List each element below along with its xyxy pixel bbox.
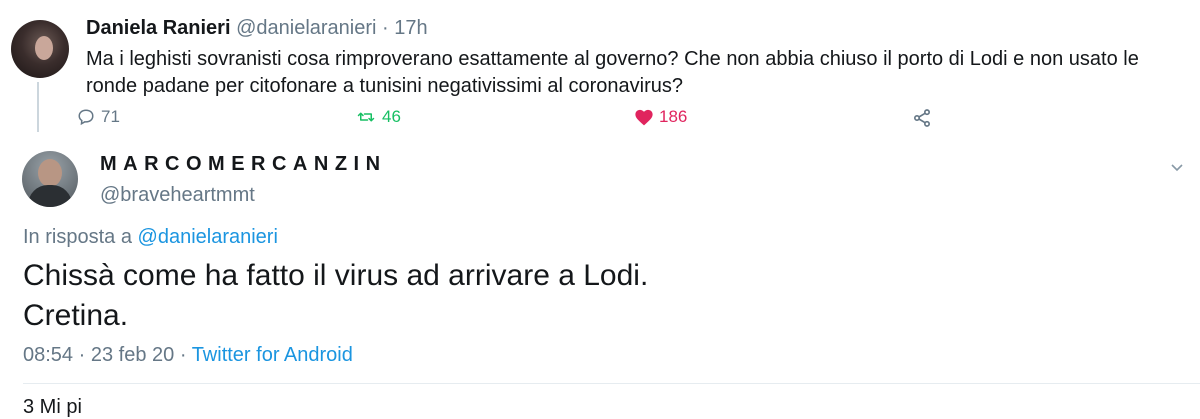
retweet-icon — [357, 112, 375, 122]
share-button[interactable] — [912, 108, 932, 133]
retweet-count: 46 — [382, 107, 401, 126]
thread-line — [37, 82, 39, 132]
like-count: 186 — [659, 107, 688, 126]
tweet-text: Ma i leghisti sovranisti cosa rimprovera… — [86, 48, 1139, 97]
chevron-down-icon — [1171, 164, 1183, 172]
tweet-header: Daniela Ranieri @danielaranieri · 17h — [86, 17, 428, 40]
divider — [23, 383, 1200, 384]
tweet-text-line: Chissà come ha fatto il virus ad arrivar… — [23, 259, 649, 292]
reply-count: 71 — [101, 107, 120, 126]
tweet-text: Chissà come ha fatto il virus ad arrivar… — [23, 256, 1173, 336]
tweet-time: 08:54 — [23, 344, 74, 366]
reply-to-link[interactable]: @danielaranieri — [138, 226, 278, 248]
heart-icon — [635, 109, 653, 125]
reply-icon — [78, 109, 94, 126]
share-icon — [914, 109, 930, 127]
author-name[interactable]: Daniela Ranieri — [86, 17, 231, 39]
tweet-source-link[interactable]: Twitter for Android — [192, 344, 353, 366]
tweet-meta: 08:54 · 23 feb 20 · Twitter for Android — [23, 344, 353, 367]
author-name[interactable]: MARCOMERCANZIN — [100, 153, 387, 176]
separator: · — [376, 17, 395, 39]
avatar[interactable] — [11, 20, 69, 78]
avatar[interactable] — [22, 151, 78, 207]
reply-context: In risposta a @danielaranieri — [23, 226, 278, 249]
reply-prefix: In risposta a — [23, 226, 138, 248]
reply-button[interactable]: 71 — [77, 107, 120, 127]
tweet-date: 23 feb 20 — [90, 344, 175, 366]
likes-summary[interactable]: 3 Mi pi — [23, 396, 82, 419]
separator: · — [174, 344, 192, 366]
separator: · — [73, 344, 91, 366]
like-button[interactable]: 186 — [635, 107, 687, 127]
tweet-text-line: Cretina. — [23, 299, 129, 332]
author-handle[interactable]: @braveheartmmt — [100, 184, 255, 207]
timestamp[interactable]: 17h — [394, 17, 427, 39]
retweet-button[interactable]: 46 — [356, 107, 401, 127]
more-options-button[interactable] — [1170, 160, 1184, 178]
author-handle[interactable]: @danielaranieri — [236, 17, 376, 39]
